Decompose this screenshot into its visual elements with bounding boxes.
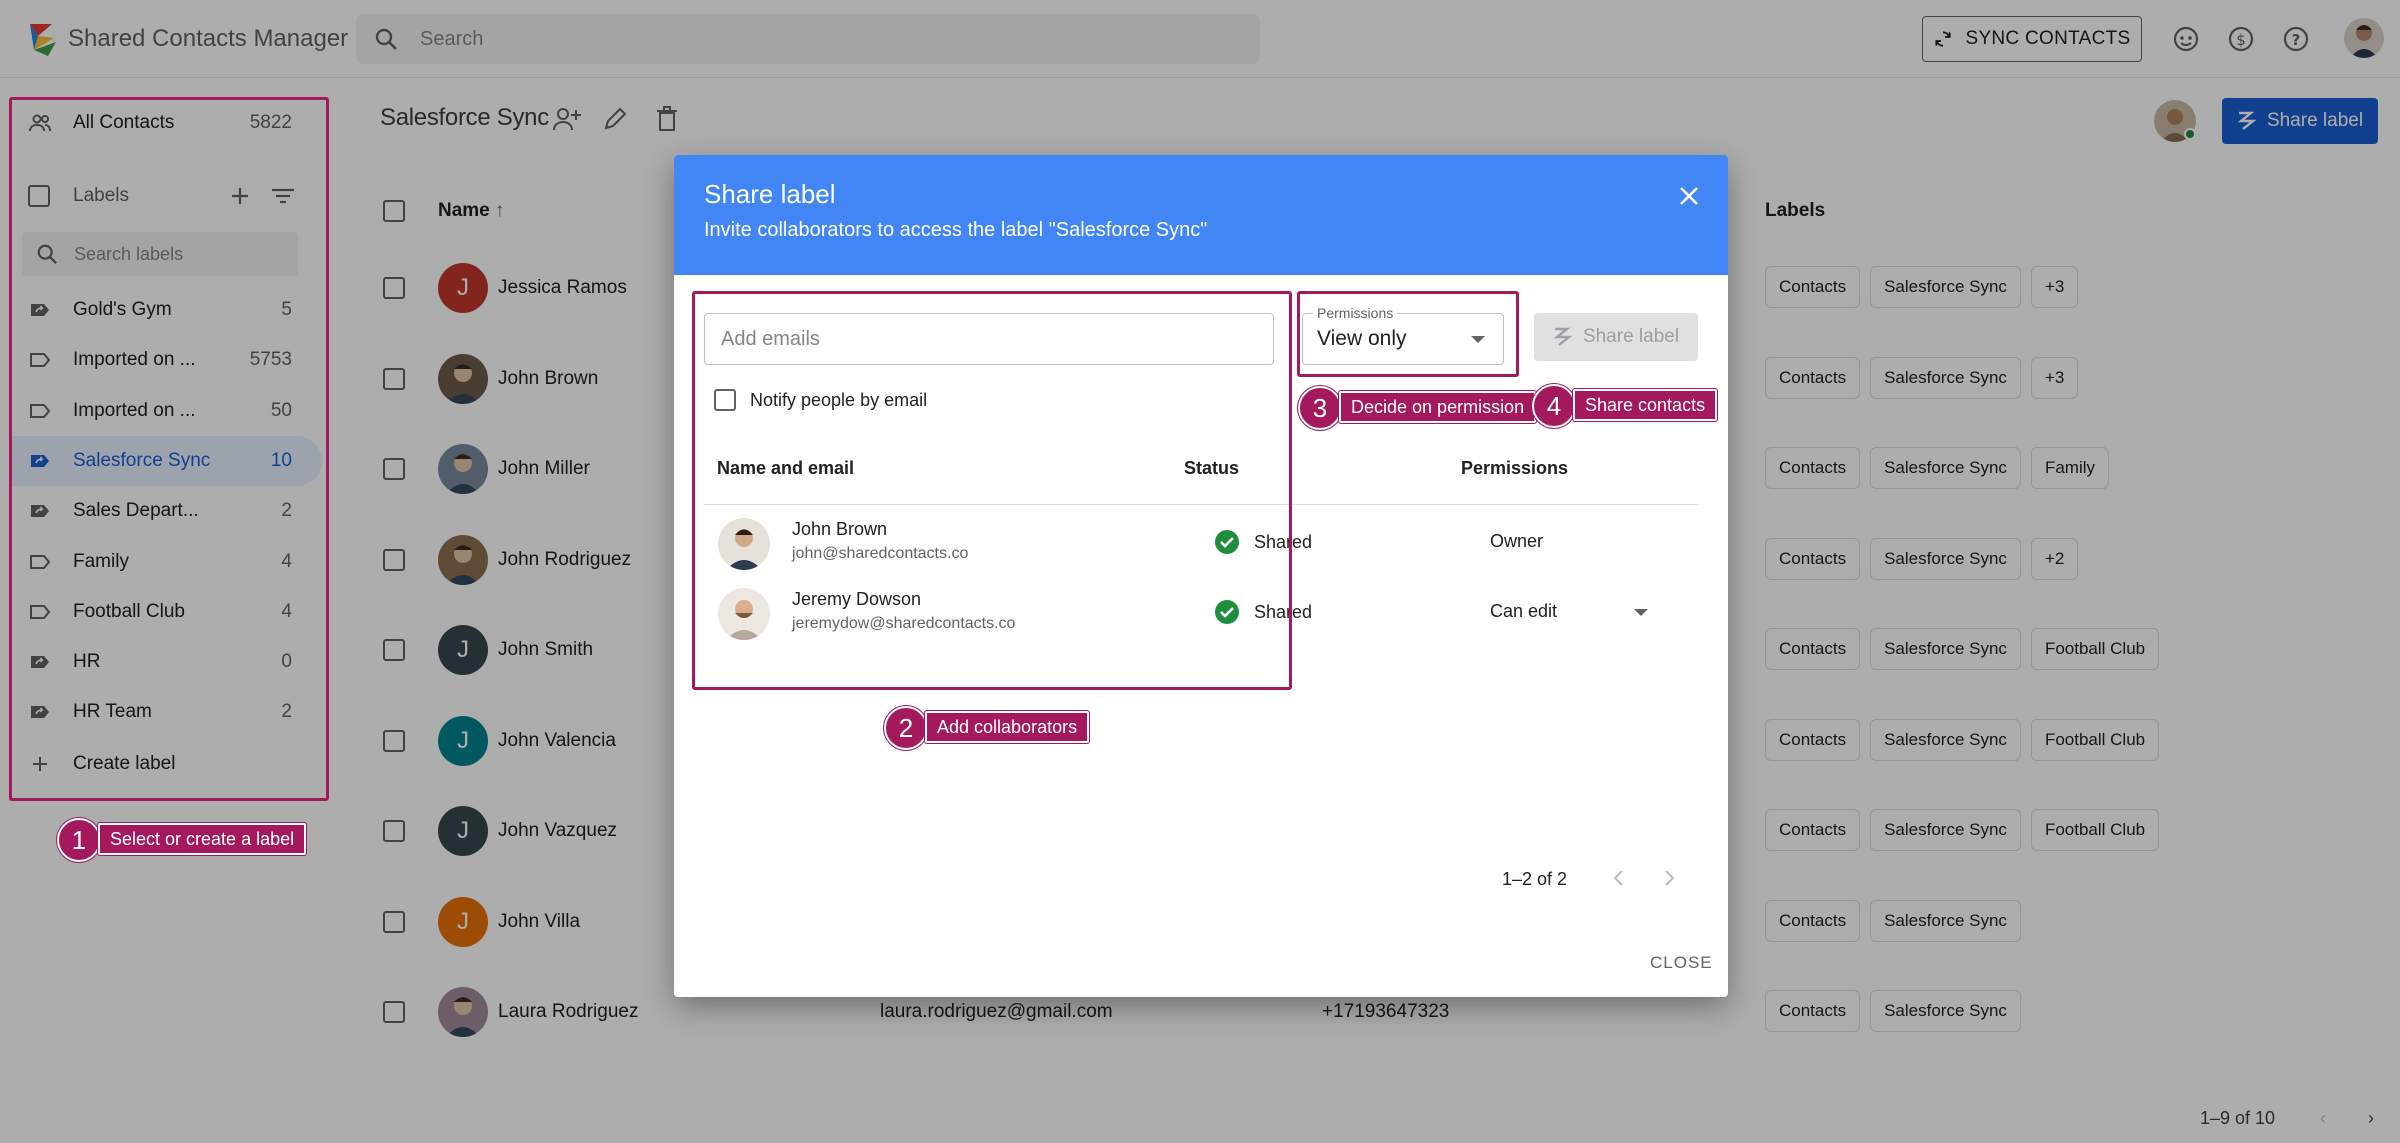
dialog-share-button-label: Share label	[1582, 326, 1680, 347]
step-1-badge: 1	[57, 818, 101, 862]
close-icon[interactable]	[1674, 181, 1704, 211]
dropdown-arrow-icon[interactable]	[1634, 609, 1648, 616]
collaborator-permission: Owner	[1490, 531, 1544, 551]
step-4-badge: 4	[1532, 384, 1576, 428]
dialog-title: Share label	[704, 179, 836, 209]
highlight-collaborators	[692, 291, 1292, 690]
dialog-share-button[interactable]: Share label	[1534, 313, 1698, 361]
step-3-label: Decide on permission	[1339, 391, 1537, 423]
step-2-badge: 2	[884, 706, 928, 750]
share-icon	[1553, 327, 1573, 346]
step-4-label: Share contacts	[1573, 389, 1718, 421]
step-1-label: Select or create a label	[98, 823, 307, 855]
column-header-permissions: Permissions	[1461, 458, 1569, 478]
dialog-header: Share label Invite collaborators to acce…	[674, 155, 1728, 275]
dialog-close-button[interactable]: CLOSE	[1650, 953, 1713, 973]
dialog-subtitle: Invite collaborators to access the label…	[704, 219, 1208, 241]
highlight-permissions	[1297, 291, 1519, 377]
dialog-pagination-text: 1–2 of 2	[1502, 869, 1568, 889]
step-3-badge: 3	[1298, 386, 1342, 430]
chevron-right-icon[interactable]	[1656, 865, 1682, 891]
highlight-sidebar	[9, 97, 329, 801]
chevron-left-icon[interactable]	[1606, 865, 1632, 891]
collaborator-permission[interactable]: Can edit	[1490, 601, 1557, 622]
step-2-label: Add collaborators	[925, 711, 1090, 743]
